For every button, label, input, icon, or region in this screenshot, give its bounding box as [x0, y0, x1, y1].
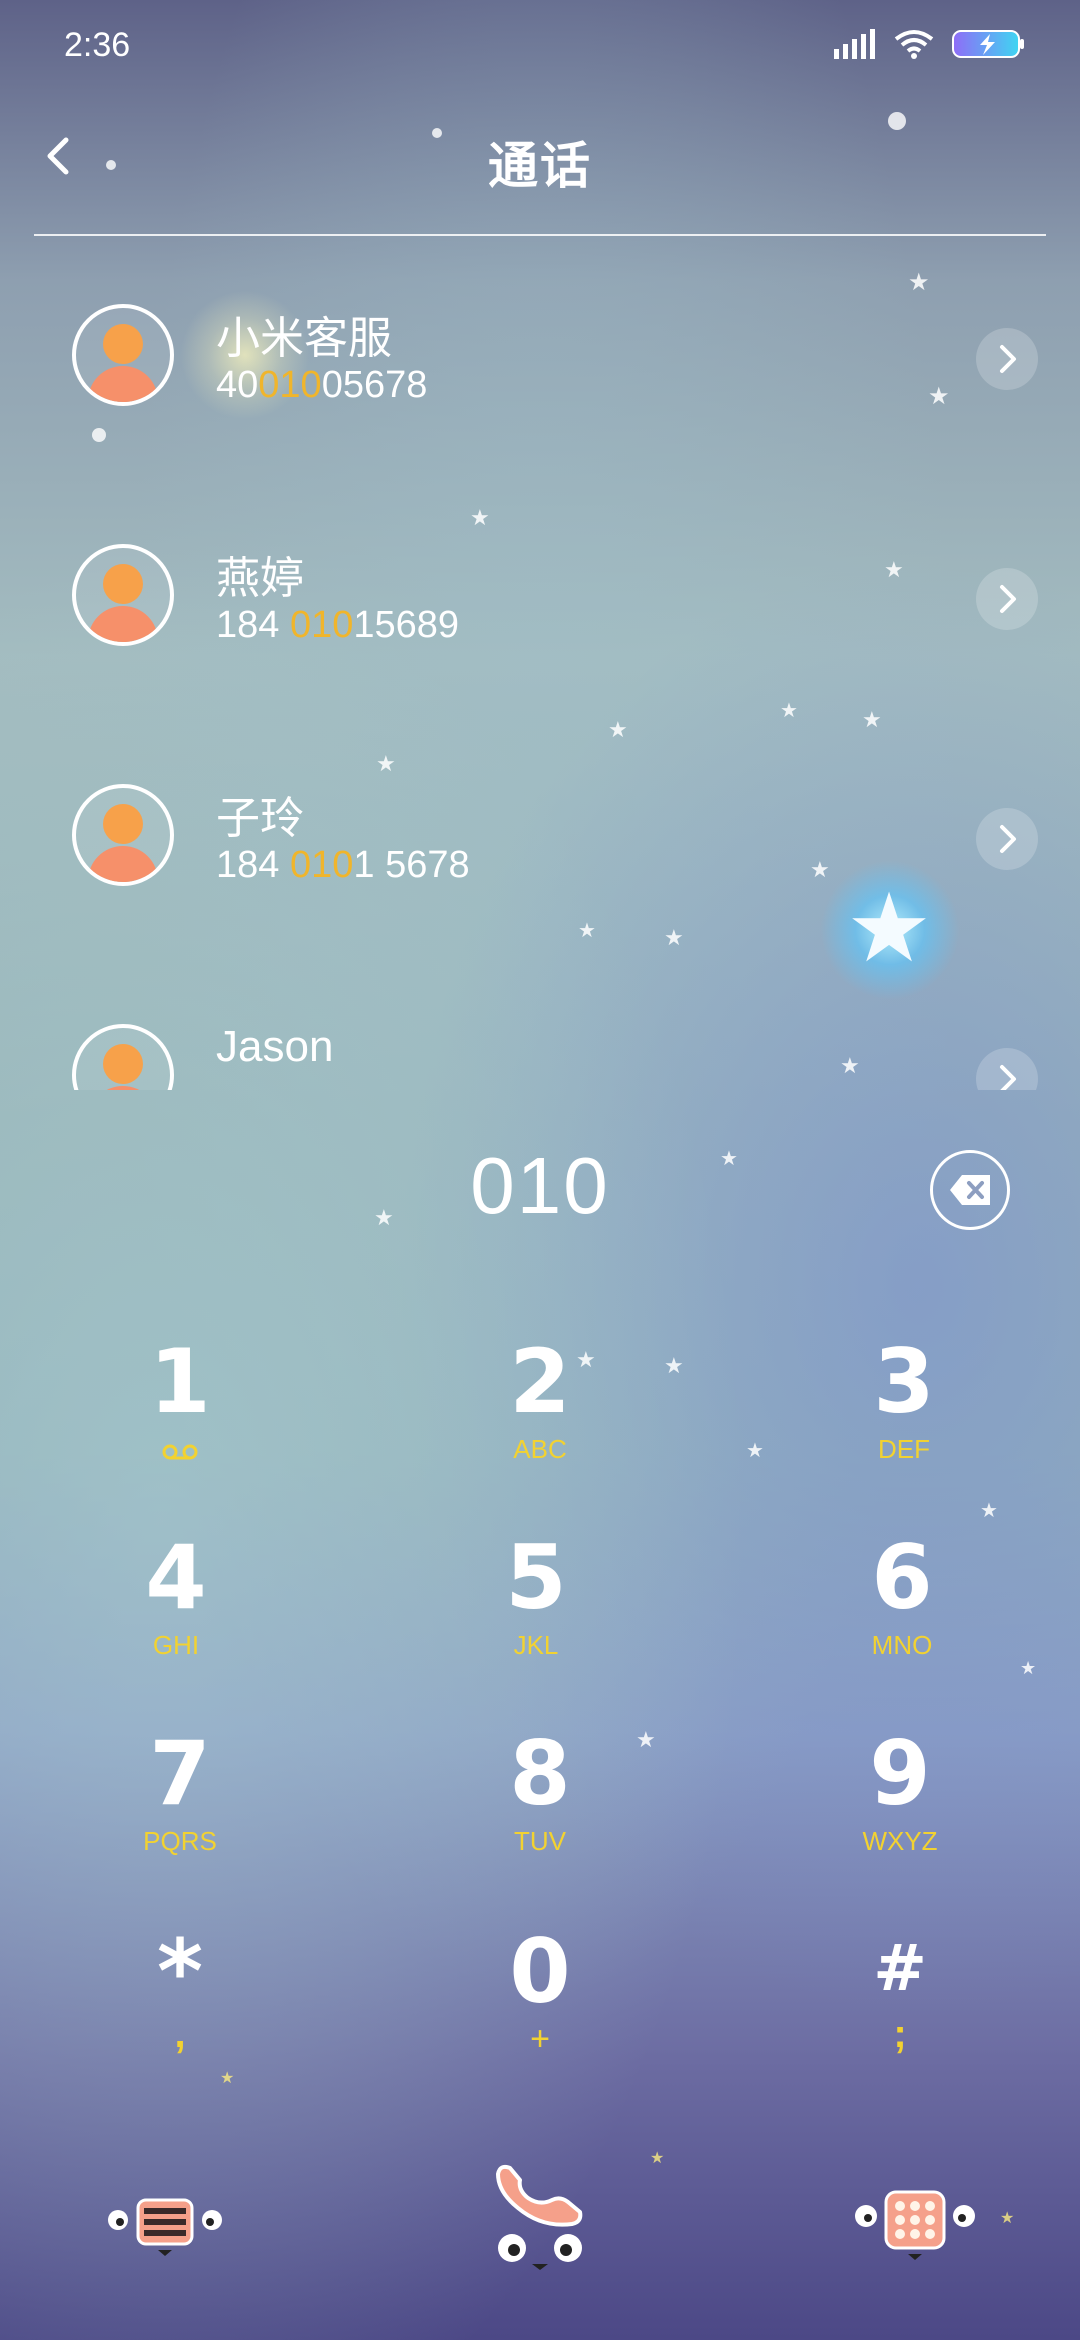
key-7[interactable]: 7 PQRS: [30, 1722, 330, 1892]
chevron-right-icon: [1000, 585, 1016, 613]
key-9[interactable]: 9 WXYZ: [750, 1722, 1050, 1892]
battery-charging-icon: [952, 29, 1026, 64]
avatar: [72, 544, 174, 646]
backspace-button[interactable]: [930, 1150, 1010, 1230]
page-title: 通话: [488, 138, 592, 194]
chevron-right-icon: [1000, 345, 1016, 373]
contact-row[interactable]: 燕婷 184 01015689: [0, 476, 1080, 716]
dialpad-icon: [855, 2190, 975, 2260]
contact-name: Jason: [216, 1022, 334, 1071]
contact-number: 4001005678: [216, 364, 428, 406]
matched-digits: 010: [289, 844, 354, 886]
contact-row[interactable]: Jason: [0, 956, 1080, 1090]
signal-icon: [834, 28, 876, 64]
key-8[interactable]: 8 TUV: [390, 1722, 690, 1892]
wifi-icon: [894, 29, 934, 64]
key-2[interactable]: 2 ABC: [390, 1330, 690, 1500]
key-0[interactable]: 0 +: [390, 1920, 690, 2090]
contact-detail-button[interactable]: [976, 568, 1038, 630]
dialed-number: 010: [470, 1141, 610, 1230]
contact-row[interactable]: 小米客服 4001005678: [0, 236, 1080, 476]
backspace-icon: [950, 1175, 990, 1205]
contact-row[interactable]: 子玲 184 0101 5678: [0, 716, 1080, 956]
dialpad-toggle-button[interactable]: [850, 2180, 980, 2275]
contact-detail-button[interactable]: [976, 1048, 1038, 1090]
menu-icon: [108, 2198, 222, 2256]
contact-name: 燕婷: [216, 554, 304, 603]
contact-detail-button[interactable]: [976, 328, 1038, 390]
call-button[interactable]: [470, 2160, 610, 2285]
contact-list[interactable]: 小米客服 4001005678 燕婷 184 01015689 子玲 184 0…: [0, 236, 1080, 1090]
voicemail-icon: [30, 1438, 330, 1469]
menu-button[interactable]: [100, 2186, 230, 2271]
call-icon: [496, 2164, 583, 2270]
status-icons: [834, 26, 1026, 66]
avatar: [72, 784, 174, 886]
chevron-right-icon: [1000, 1065, 1016, 1090]
contact-number: 184 01015689: [216, 604, 460, 646]
contact-name: 小米客服: [216, 314, 392, 363]
key-star[interactable]: * ,: [30, 1920, 330, 2090]
key-5[interactable]: 5 JKL: [386, 1526, 686, 1696]
key-3[interactable]: 3 DEF: [754, 1330, 1054, 1500]
contact-detail-button[interactable]: [976, 808, 1038, 870]
status-bar: 2:36: [0, 0, 1080, 96]
avatar: [72, 1024, 174, 1090]
matched-digits: 010: [258, 364, 322, 406]
key-6[interactable]: 6 MNO: [752, 1526, 1052, 1696]
contact-name: 子玲: [216, 794, 304, 843]
key-1[interactable]: 1: [30, 1330, 330, 1500]
chevron-right-icon: [1000, 825, 1016, 853]
key-hash[interactable]: # ;: [750, 1920, 1050, 2090]
header: 通话: [0, 96, 1080, 236]
avatar: [72, 304, 174, 406]
key-4[interactable]: 4 GHI: [26, 1526, 326, 1696]
contact-number: 184 0101 5678: [216, 844, 470, 886]
matched-digits: 010: [289, 604, 354, 646]
status-time: 2:36: [64, 26, 131, 64]
